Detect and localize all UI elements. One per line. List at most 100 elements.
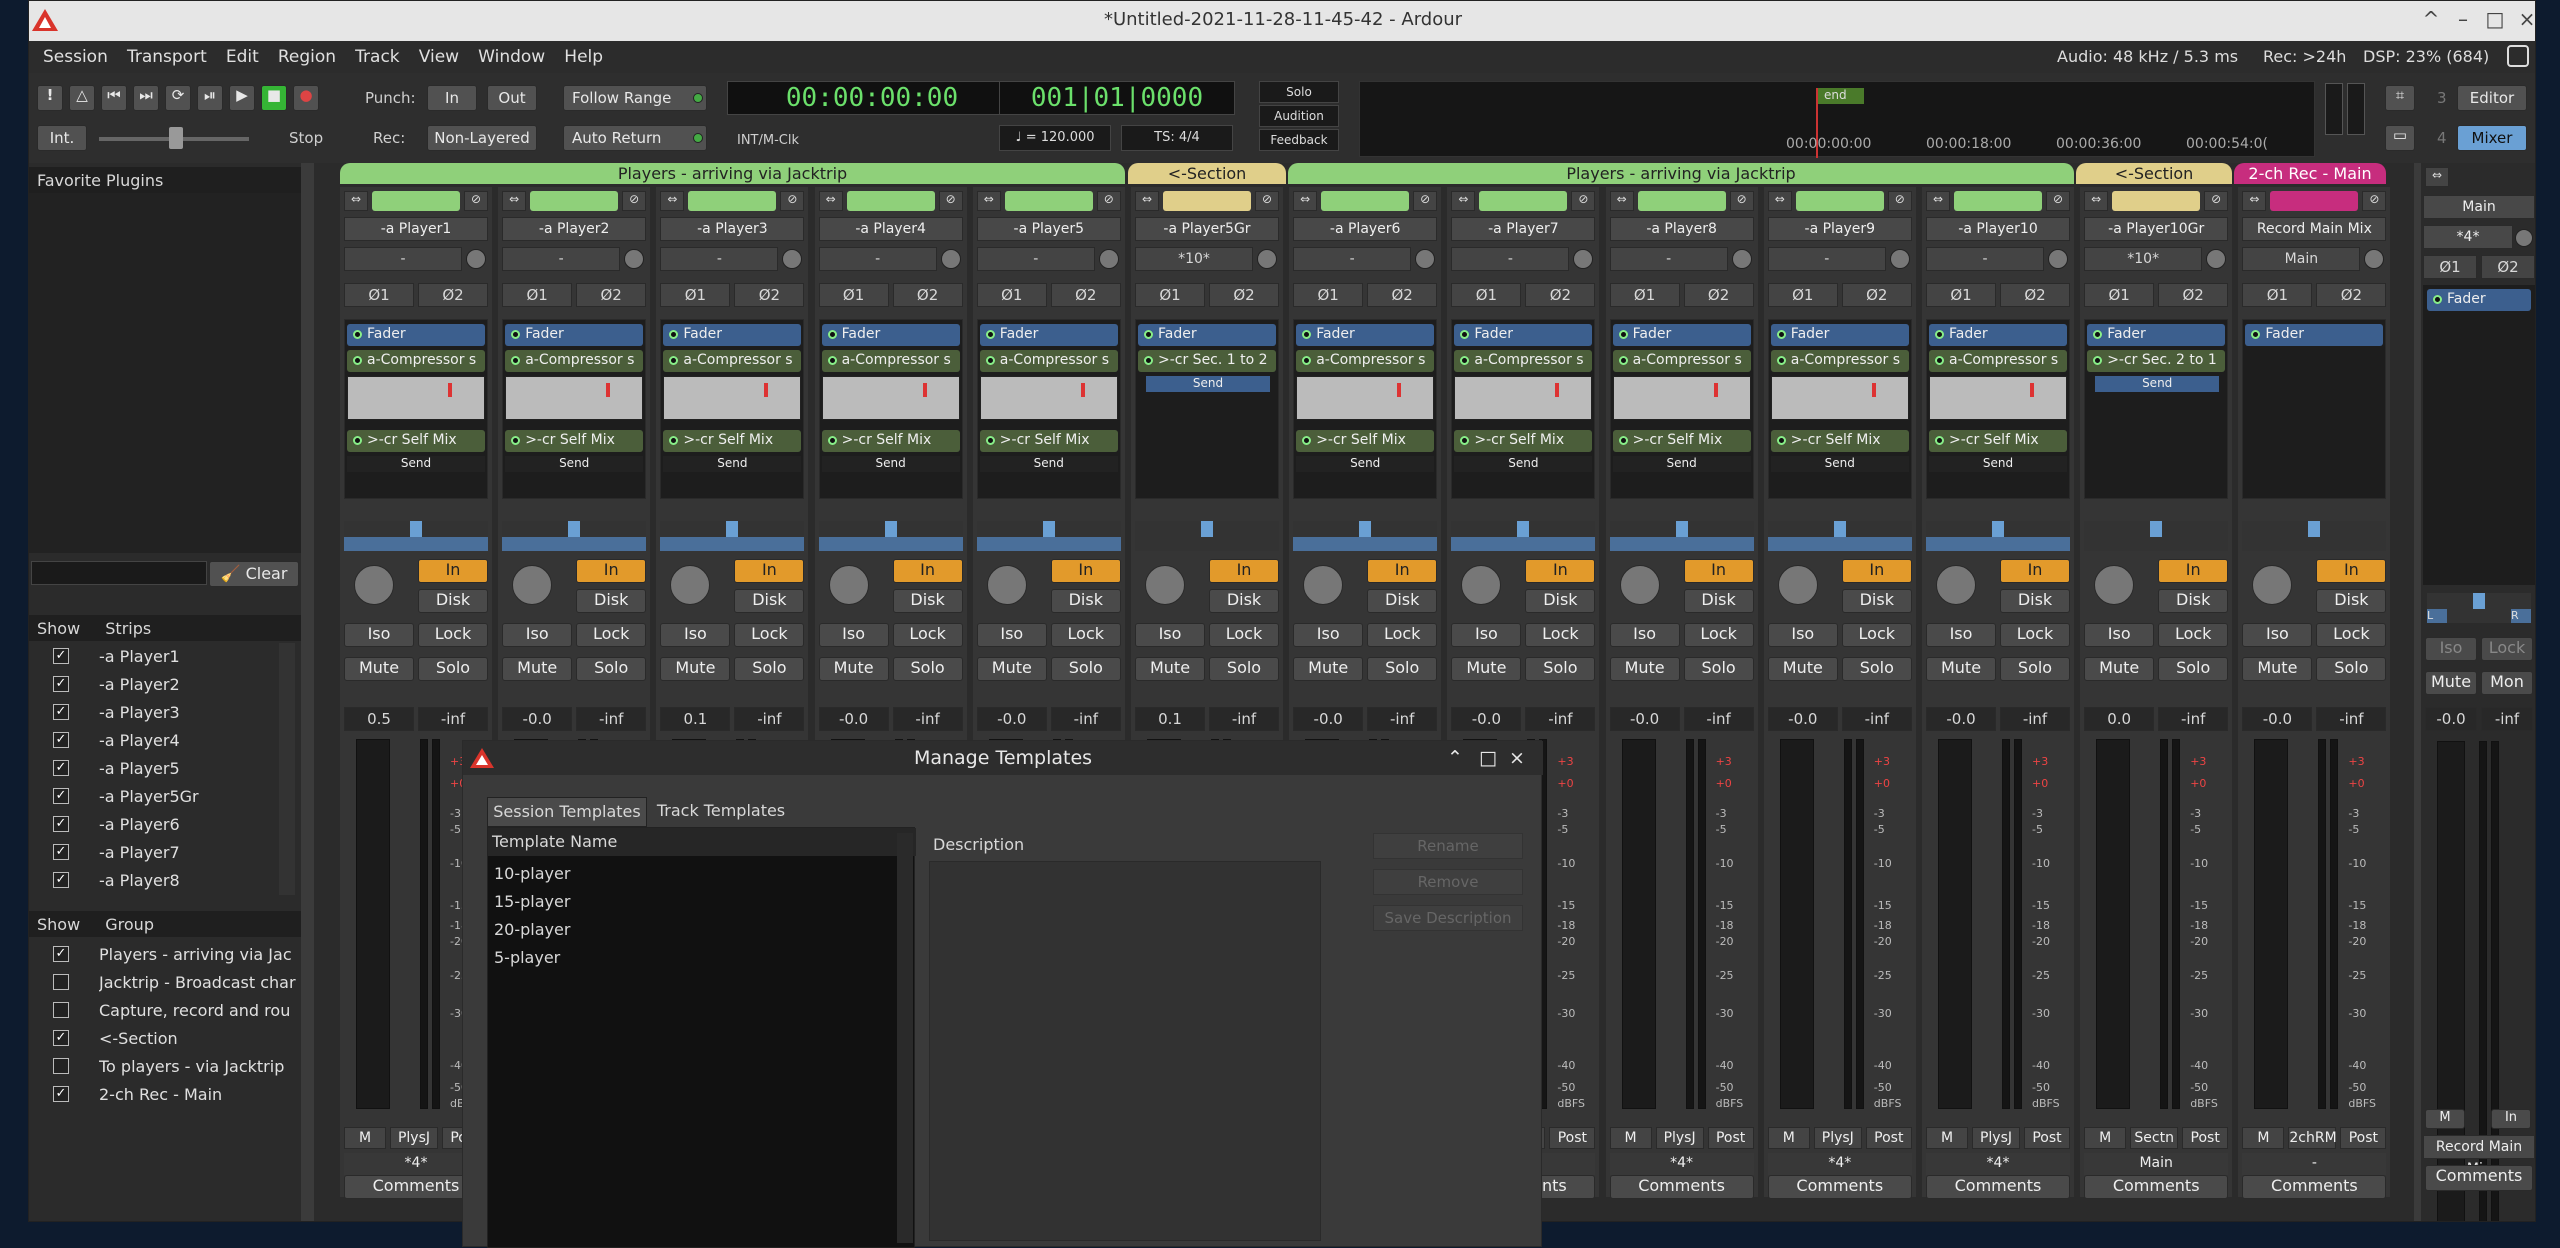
checkbox-icon[interactable]: ✓ [53, 1086, 69, 1102]
strip-name-button[interactable]: -a Player1 [344, 217, 488, 241]
gain-entry[interactable]: -0.0 [2242, 707, 2313, 731]
trim-knob[interactable] [1889, 249, 1910, 269]
input-monitor-button[interactable]: In [418, 559, 488, 583]
secondary-clock[interactable]: 001|01|0000 [999, 81, 1235, 115]
checkbox-icon[interactable]: ✓ [53, 676, 69, 692]
master-gain[interactable]: -0.0 [2425, 707, 2477, 731]
phase-invert-1[interactable]: Ø1 [2242, 283, 2313, 307]
rec-mode-button[interactable]: Non-Layered [427, 125, 537, 151]
strip-width-icon[interactable]: ⇔ [1451, 191, 1476, 211]
master-meter-point[interactable]: M [2425, 1109, 2465, 1129]
compressor-plugin[interactable]: a-Compressor s [1454, 350, 1593, 372]
close-icon[interactable]: × [2513, 7, 2535, 31]
master-input-button[interactable]: In [2491, 1109, 2531, 1129]
iso-button[interactable]: Iso [344, 623, 414, 647]
send-label[interactable]: Send [1296, 456, 1435, 472]
comments-button[interactable]: Comments [1926, 1175, 2070, 1199]
selfmix-plugin[interactable]: >-cr Self Mix [979, 430, 1118, 452]
mute-button[interactable]: Mute [1293, 657, 1364, 681]
record-enable-icon[interactable] [512, 565, 553, 605]
trim-knob[interactable] [1257, 249, 1277, 269]
comments-button[interactable]: Comments [1609, 1175, 1754, 1199]
phase-invert-1[interactable]: Ø1 [1609, 283, 1680, 307]
strip-color-bar[interactable] [688, 191, 777, 211]
strip-list-item[interactable]: ✓ -a Player3 [29, 699, 301, 727]
phase-invert-2[interactable]: Ø2 [1683, 283, 1754, 307]
fader-plugin[interactable]: Fader [347, 324, 485, 346]
gain-entry[interactable]: -0.0 [976, 707, 1047, 731]
dialog-close-icon[interactable]: × [1509, 741, 1525, 775]
solo-button[interactable]: Solo [1209, 657, 1279, 681]
gain-entry[interactable]: -0.0 [502, 707, 573, 731]
output-button[interactable]: PlysJ [1813, 1127, 1862, 1149]
panner-handle[interactable] [2308, 521, 2321, 537]
panner[interactable] [1767, 521, 1912, 551]
phase-invert-1[interactable]: Ø1 [1135, 283, 1205, 307]
input-monitor-button[interactable]: In [2316, 559, 2387, 583]
strip-input-button[interactable]: - [1926, 247, 2044, 271]
mute-button[interactable]: Mute [1135, 657, 1205, 681]
post-button[interactable]: Post [2340, 1127, 2387, 1149]
strip-options-icon[interactable]: ⊘ [1413, 191, 1438, 211]
group-list-item[interactable]: ✓ Players - arriving via Jac [29, 941, 301, 969]
disk-monitor-button[interactable]: Disk [1525, 589, 1596, 613]
template-item[interactable]: 5-player [494, 948, 560, 967]
panic-button[interactable]: ! [37, 85, 63, 111]
input-monitor-button[interactable]: In [1367, 559, 1438, 583]
iso-button[interactable]: Iso [976, 623, 1047, 647]
mute-button[interactable]: Mute [660, 657, 731, 681]
fader-plugin[interactable]: Fader [1612, 324, 1751, 346]
solo-button[interactable]: Solo [1367, 657, 1438, 681]
strip-width-icon[interactable]: ⇔ [2084, 191, 2109, 211]
input-monitor-button[interactable]: In [1841, 559, 1912, 583]
strip-options-icon[interactable]: ⊘ [1887, 191, 1912, 211]
mute-button[interactable]: Mute [2084, 657, 2155, 681]
strip-input-button[interactable]: - [1609, 247, 1728, 271]
checkbox-icon[interactable]: ✓ [53, 788, 69, 804]
group-tab[interactable]: <-Section [2076, 163, 2232, 184]
strip-color-bar[interactable] [1004, 191, 1093, 211]
strip-input-button[interactable]: - [818, 247, 937, 271]
panner-handle[interactable] [1359, 521, 1372, 537]
menu-region[interactable]: Region [278, 47, 336, 67]
panner[interactable] [1135, 521, 1279, 551]
strip-name-button[interactable]: -a Player6 [1293, 217, 1438, 241]
input-monitor-button[interactable]: In [892, 559, 963, 583]
lock-button[interactable]: Lock [1367, 623, 1438, 647]
menu-help[interactable]: Help [564, 47, 603, 67]
auto-return-button[interactable]: Auto Return [563, 125, 707, 151]
solo-button[interactable]: Solo [734, 657, 805, 681]
solo-button[interactable]: Solo [1683, 657, 1754, 681]
stop-icon[interactable]: ■ [261, 85, 287, 111]
processor-box[interactable]: Fader >-cr Sec. 1 to 2 Send [1135, 319, 1279, 499]
compressor-plugin[interactable]: a-Compressor s [1770, 350, 1909, 372]
gain-fader[interactable] [1938, 739, 1972, 1109]
record-enable-icon[interactable] [2252, 565, 2293, 605]
strip-input-button[interactable]: - [502, 247, 621, 271]
group-tab[interactable]: Players - arriving via Jacktrip [1288, 163, 2074, 184]
strip-name-button[interactable]: -a Player10 [1926, 217, 2070, 241]
menu-transport[interactable]: Transport [127, 47, 207, 67]
record-enable-icon[interactable] [1777, 565, 1818, 605]
group-tab[interactable]: <-Section [1128, 163, 1286, 184]
checkbox-icon[interactable]: ✓ [53, 732, 69, 748]
send-label[interactable]: Send [663, 456, 802, 472]
solo-button[interactable]: Solo [892, 657, 963, 681]
metronome-icon[interactable]: △ [69, 85, 95, 111]
processor-box[interactable]: Fader a-Compressor s >-cr Self Mix Send [818, 319, 963, 499]
disk-monitor-button[interactable]: Disk [576, 589, 647, 613]
record-enable-icon[interactable] [1936, 565, 1976, 605]
strip-color-bar[interactable] [846, 191, 935, 211]
fader-plugin[interactable]: Fader [2245, 324, 2384, 346]
master-comments-button[interactable]: Comments [2425, 1165, 2533, 1191]
panner-handle[interactable] [884, 521, 897, 537]
processor-box[interactable]: Fader a-Compressor s >-cr Self Mix Send [502, 319, 647, 499]
iso-button[interactable]: Iso [502, 623, 573, 647]
gain-entry[interactable]: -0.0 [1926, 707, 1996, 731]
phase-invert-2[interactable]: Ø2 [2158, 283, 2229, 307]
lock-button[interactable]: Lock [1209, 623, 1279, 647]
strip-name-button[interactable]: -a Player7 [1451, 217, 1596, 241]
mute-button[interactable]: Mute [1451, 657, 1522, 681]
send-label[interactable]: Send [1770, 456, 1909, 472]
remove-button[interactable]: Remove [1373, 869, 1523, 895]
